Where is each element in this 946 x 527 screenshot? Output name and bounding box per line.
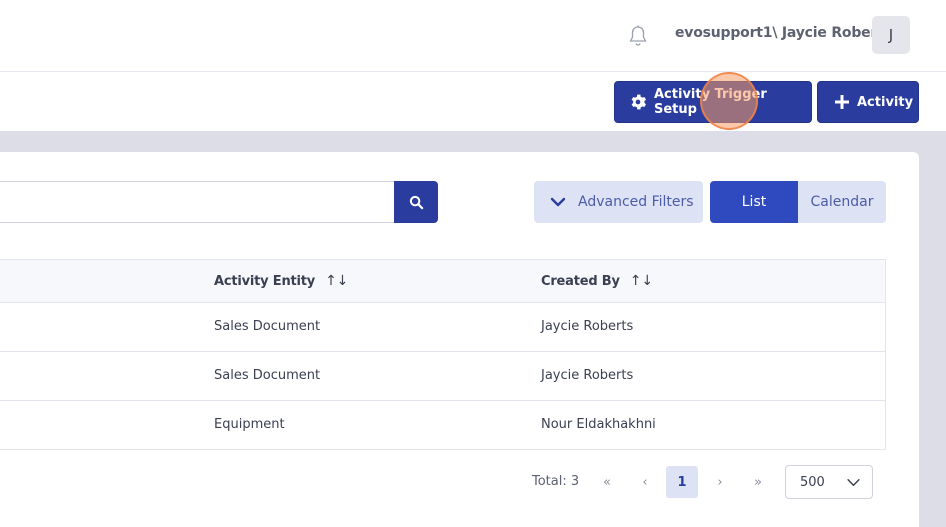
table-row[interactable]: Sales Document Jaycie Roberts <box>0 303 885 352</box>
cell-created-by: Jaycie Roberts <box>541 319 634 334</box>
gear-icon <box>631 94 647 110</box>
top-bar: evosupport1\ Jaycie Roberts J <box>0 0 946 72</box>
add-activity-label: Activity <box>857 94 914 110</box>
cell-activity-entity: Sales Document <box>214 368 321 383</box>
avatar[interactable]: J <box>872 16 910 54</box>
sort-icon[interactable]: ↑↓ <box>325 273 348 289</box>
sort-icon[interactable]: ↑↓ <box>630 273 653 289</box>
column-header-activity-entity[interactable]: Activity Entity ↑↓ <box>214 273 348 289</box>
page-size-select[interactable]: 500 <box>785 465 873 499</box>
previous-page-button[interactable]: ‹ <box>629 466 661 498</box>
view-toggle: List Calendar <box>710 181 886 223</box>
first-page-button[interactable]: « <box>591 466 623 498</box>
table-row[interactable]: Sales Document Jaycie Roberts <box>0 352 885 401</box>
last-page-button[interactable]: » <box>742 466 774 498</box>
table-header: Activity Entity ↑↓ Created By ↑↓ <box>0 259 885 303</box>
cell-activity-entity: Equipment <box>214 417 285 432</box>
search-icon <box>409 195 423 209</box>
search-button[interactable] <box>394 181 438 223</box>
chevron-down-icon <box>550 197 566 207</box>
table-row[interactable]: Equipment Nour Eldakhakhni <box>0 401 885 450</box>
cell-created-by: Nour Eldakhakhni <box>541 417 656 432</box>
activity-trigger-setup-label: Activity Trigger Setup <box>654 87 767 117</box>
chevron-down-icon <box>847 479 860 486</box>
advanced-filters-button[interactable]: Advanced Filters <box>534 181 703 223</box>
next-page-button[interactable]: › <box>704 466 736 498</box>
activities-table: Activity Entity ↑↓ Created By ↑↓ Sales D… <box>0 259 886 450</box>
advanced-filters-label: Advanced Filters <box>578 194 694 210</box>
cell-created-by: Jaycie Roberts <box>541 368 634 383</box>
column-header-label: Activity Entity <box>214 273 316 289</box>
action-bar: Activity Trigger Setup Activity <box>0 73 946 131</box>
plus-icon <box>835 95 849 109</box>
search-input[interactable] <box>0 181 396 223</box>
view-list-button[interactable]: List <box>710 181 798 223</box>
page-size-value: 500 <box>800 474 825 490</box>
view-calendar-button[interactable]: Calendar <box>798 181 886 223</box>
notification-bell-icon[interactable] <box>626 24 650 48</box>
column-header-label: Created By <box>541 273 620 289</box>
total-count: Total: 3 <box>532 474 580 489</box>
cell-activity-entity: Sales Document <box>214 319 321 334</box>
activity-trigger-setup-button[interactable]: Activity Trigger Setup <box>614 81 812 123</box>
page-number-button[interactable]: 1 <box>666 466 698 498</box>
add-activity-button[interactable]: Activity <box>817 81 919 123</box>
column-header-created-by[interactable]: Created By ↑↓ <box>541 273 653 289</box>
user-name[interactable]: evosupport1\ Jaycie Roberts <box>675 25 892 41</box>
